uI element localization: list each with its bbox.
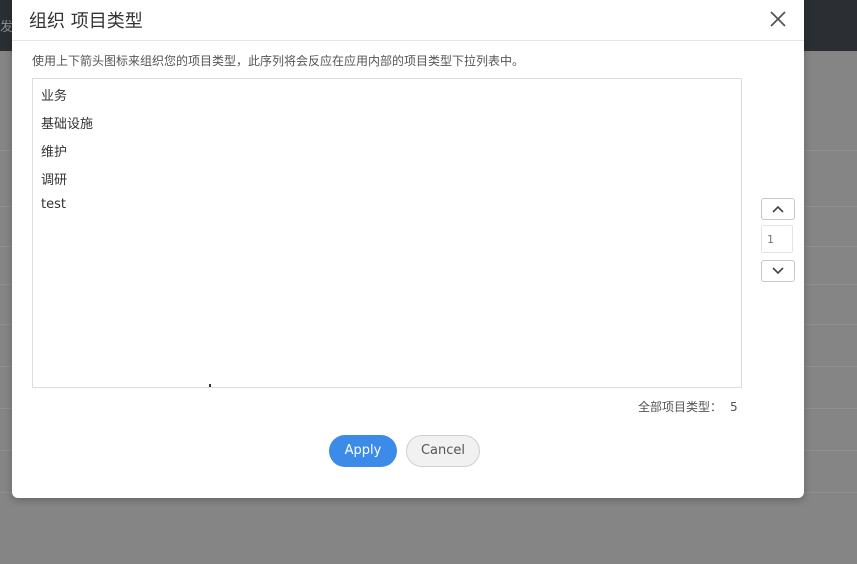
total-count: 5 <box>730 400 738 414</box>
total-summary: 全部项目类型： 5 <box>638 398 738 415</box>
apply-button[interactable]: Apply <box>329 435 397 467</box>
move-up-button[interactable] <box>761 198 795 220</box>
close-button[interactable] <box>768 9 788 29</box>
list-item[interactable]: 基础设施 <box>41 113 93 132</box>
list-item[interactable]: 维护 <box>41 141 67 160</box>
move-down-button[interactable] <box>761 260 795 282</box>
project-type-list[interactable]: 业务 基础设施 维护 调研 test <box>32 78 742 388</box>
dialog-header: 组织 项目类型 <box>12 0 804 41</box>
dialog-description: 使用上下箭头图标来组织您的项目类型，此序列将会反应在应用内部的项目类型下拉列表中… <box>32 54 525 68</box>
list-item[interactable]: 业务 <box>41 85 67 104</box>
text-cursor <box>209 384 211 387</box>
cancel-button[interactable]: Cancel <box>406 435 480 467</box>
dialog-title: 组织 项目类型 <box>29 11 143 32</box>
organize-project-types-dialog: 组织 项目类型 使用上下箭头图标来组织您的项目类型，此序列将会反应在应用内部的项… <box>12 0 804 498</box>
list-item[interactable]: 调研 <box>41 169 67 188</box>
list-item[interactable]: test <box>41 197 66 212</box>
position-input[interactable] <box>761 225 793 253</box>
chevron-up-icon <box>772 205 784 213</box>
close-icon <box>770 11 786 27</box>
total-label: 全部项目类型： <box>638 400 723 414</box>
chevron-down-icon <box>772 267 784 275</box>
